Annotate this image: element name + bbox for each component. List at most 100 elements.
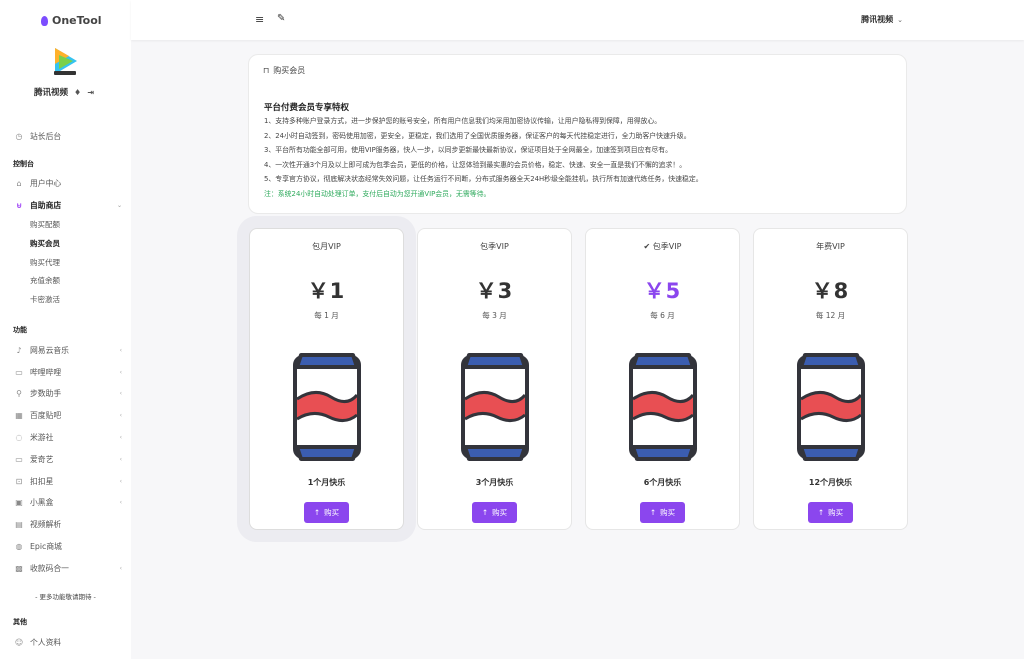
sidebar-item-epic[interactable]: ◍ Epic商城 [0,536,131,558]
soda-can-icon [796,353,865,461]
privilege-line: 2、24小时自动签到，密码使用加密，更安全，更稳定，我们选用了全国优质服务器，保… [264,131,691,140]
buy-button-label: 购买 [492,508,508,517]
buy-button[interactable]: ↑ 购买 [303,502,350,523]
sidebar-item-video-parse[interactable]: ▤ 视频解析 [0,514,131,536]
chevron-down-icon: ⌄ [897,16,903,24]
chevron-left-icon: ‹ [119,368,122,376]
sidebar-item-label: 步数助手 [30,389,62,399]
chevron-left-icon: ‹ [119,390,122,398]
sidebar-item-bilibili[interactable]: ▭ 哔哩哔哩 ‹ [0,361,131,383]
more-features-note: - 更多功能敬请期待 - [35,593,96,602]
sidebar-item-label: 个人资料 [30,637,62,647]
app-brand[interactable]: OneTool [0,0,131,27]
auto-process-note: 注：系统24小时自动处理订单，支付后自动为您开通VIP会员，无需等待。 [264,189,491,198]
qq-icon: ⊡ [15,476,23,486]
logout-icon[interactable]: ⇥ [87,88,94,97]
menu-icon[interactable]: ≡ [255,13,264,26]
plan-card-half-year[interactable]: ✔ 包季VIP ￥5 每 6 月 6个月快乐 ↑ 购买 [585,228,740,530]
section-other: 其他 [13,618,27,627]
cart-icon: ⊌ [15,200,23,210]
sidebar-item-label: 视频解析 [30,520,62,530]
sidebar-item-label: 小黑盒 [30,498,54,508]
flame-icon[interactable]: ♦ [74,88,81,97]
privilege-line: 3、平台所有功能全部可用，使用VIP服务器，快人一步，以同步更新最快最新协议，保… [264,146,673,154]
sidebar-nav: ◷ 站长后台 控制台 ⌂ 用户中心 ⊌ 自助商店 ⌄ 购买配额 购买会员 购买代… [0,126,131,653]
sidebar-item-label: Epic商城 [30,541,62,551]
privileges-title: 平台付费会员专享特权 [264,103,350,113]
buy-button[interactable]: ↑ 购买 [471,502,518,523]
plan-desc: 6个月快乐 [643,478,682,487]
card-header: ⊓ 购买会员 [263,65,305,76]
plan-card-monthly[interactable]: 包月VIP ￥1 每 1 月 1个月快乐 ↑ 购买 [249,228,404,530]
sidebar-item-label: 收款码合一 [30,563,69,573]
box-icon: ▣ [15,498,23,508]
sidebar-item-label: 哔哩哔哩 [30,367,62,377]
sidebar-item-site-admin[interactable]: ◷ 站长后台 [0,126,131,148]
soda-can-icon [460,353,529,461]
plan-desc: 1个月快乐 [307,478,346,487]
sidebar-item-netease-music[interactable]: ♪ 网易云音乐 ‹ [0,339,131,361]
app-name: OneTool [52,14,102,27]
privilege-line: 1、支持多种账户登录方式，进一步保护您的账号安全，所有用户信息我们均采用加密协议… [264,117,662,125]
plan-card-quarterly[interactable]: 包季VIP ￥3 每 3 月 3个月快乐 ↑ 购买 [417,228,572,530]
sidebar-item-label: 网易云音乐 [30,345,69,355]
sidebar-item-label: 爱奇艺 [30,454,54,464]
sidebar-item-iqiyi[interactable]: ▭ 爱奇艺 ‹ [0,448,131,470]
plan-name: 年费VIP [816,242,845,251]
plan-price: ￥3 [475,279,514,303]
privileges-list: 1、支持多种账户登录方式，进一步保护您的账号安全，所有用户信息我们均采用加密协议… [264,114,703,201]
profile-icon: ☺ [14,637,24,647]
sidebar-item-user-center[interactable]: ⌂ 用户中心 [0,173,131,195]
plan-desc: 12个月快乐 [808,478,853,487]
plan-period: 每 1 月 [314,311,339,320]
buy-button[interactable]: ↑ 购买 [807,502,854,523]
sidebar-sub-buy-quota[interactable]: 购买配额 [0,216,131,235]
sidebar-item-shop[interactable]: ⊌ 自助商店 ⌄ [0,195,131,217]
sidebar-item-label: 站长后台 [30,132,62,142]
plan-price: ￥5 [643,279,682,303]
parse-icon: ▤ [15,520,23,530]
plan-price: ￥1 [307,279,346,303]
sidebar-item-label: 扣扣星 [30,476,54,486]
user-menu[interactable]: 腾讯视频 ⌄ [861,14,903,25]
topbar: ≡ ✎ 腾讯视频 ⌄ [131,0,1024,40]
sidebar-item-baidu-tieba[interactable]: ▦ 百度贴吧 ‹ [0,405,131,427]
plan-name: 包季VIP [480,242,509,251]
sidebar-sub-recharge[interactable]: 充值余额 [0,272,131,291]
sidebar-item-label: 米游社 [30,432,54,442]
sidebar-item-label: 自助商店 [30,200,62,210]
plan-period: 每 6 月 [650,311,675,320]
sidebar-item-steps[interactable]: ⚲ 步数助手 ‹ [0,383,131,405]
buy-button[interactable]: ↑ 购买 [639,502,686,523]
card-header-label: 购买会员 [273,66,306,75]
check-icon: ✔ [643,242,651,251]
user-name: 腾讯视频 [34,88,69,98]
sidebar-item-profile[interactable]: ☺ 个人资料 [0,631,131,653]
user-icon: ⌂ [16,179,22,189]
arrow-up-icon: ↑ [481,508,489,517]
plan-price: ￥8 [811,279,850,303]
chevron-left-icon: ‹ [119,346,122,354]
sidebar-sub-buy-agent[interactable]: 购买代理 [0,254,131,273]
app-logo-icon [41,15,48,26]
sidebar-item-xiaoheihe[interactable]: ▣ 小黑盒 ‹ [0,492,131,514]
chevron-left-icon: ‹ [119,455,122,463]
sidebar-sub-buy-vip[interactable]: 购买会员 [0,235,131,254]
arrow-up-icon: ↑ [817,508,825,517]
plan-desc: 3个月快乐 [475,478,514,487]
plan-card-yearly[interactable]: 年费VIP ￥8 每 12 月 12个月快乐 ↑ 购买 [753,228,908,530]
user-menu-label: 腾讯视频 [861,15,894,24]
section-console: 控制台 [13,159,34,168]
buy-button-label: 购买 [324,508,340,517]
chevron-left-icon: ‹ [119,477,122,485]
sidebar-item-miyoushe[interactable]: ◌ 米游社 ‹ [0,427,131,449]
brush-icon[interactable]: ✎ [277,13,285,24]
chevron-left-icon: ‹ [119,433,122,441]
bag-icon: ⊓ [263,66,270,75]
sidebar-item-qq-star[interactable]: ⊡ 扣扣星 ‹ [0,470,131,492]
sidebar-sub-card-activate[interactable]: 卡密激活 [0,291,131,310]
baidu-icon: ▦ [15,411,23,421]
sidebar-item-label: 用户中心 [30,179,62,189]
sidebar-item-qr-merge[interactable]: ▩ 收款码合一 ‹ [0,557,131,579]
chevron-down-icon: ⌄ [116,201,122,209]
